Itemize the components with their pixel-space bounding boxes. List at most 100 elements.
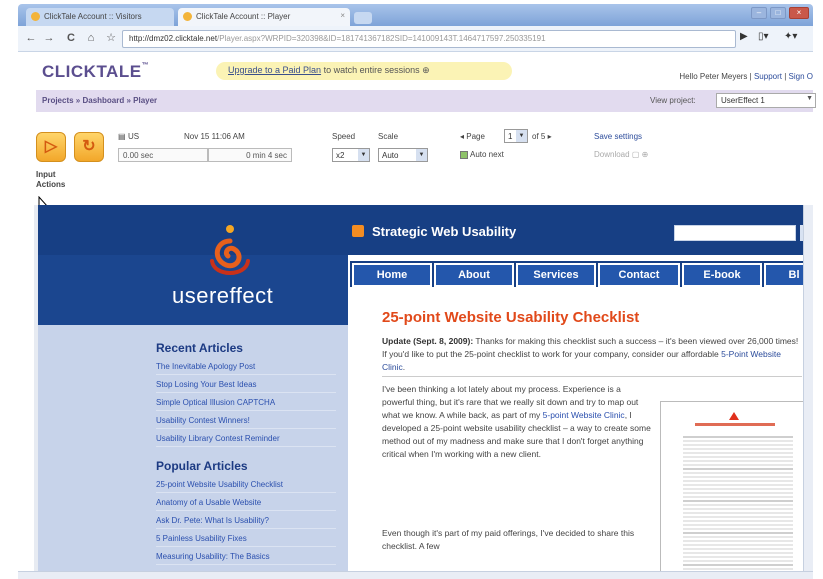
list-item[interactable]: Anatomy of a Usable Website <box>156 498 336 511</box>
thumbnail-line <box>683 496 793 498</box>
thumbnail-line <box>683 508 793 510</box>
total-time-field: 0 min 4 sec <box>208 148 292 162</box>
nav-home[interactable]: Home <box>352 263 432 287</box>
nav-about[interactable]: About <box>434 263 514 287</box>
home-icon[interactable]: ⌂ <box>84 31 98 45</box>
go-arrow-icon[interactable]: ▶ <box>740 31 748 42</box>
thumbnail-line <box>683 468 793 470</box>
thumbnail-line <box>683 564 793 566</box>
scale-label: Scale <box>378 132 399 141</box>
address-bar[interactable]: http://dmz02.clicktale.net/Player.aspx?W… <box>122 30 736 48</box>
tools-wrench-icon[interactable]: ✦▾ <box>784 31 797 42</box>
update-note: Update (Sept. 8, 2009): Thanks for makin… <box>382 336 799 372</box>
chevron-down-icon: ▼ <box>358 149 369 161</box>
save-settings-link[interactable]: Save settings <box>594 132 642 141</box>
replay-button[interactable]: ↻ <box>74 132 104 162</box>
page-select[interactable]: 1 ▼ <box>504 129 528 143</box>
list-item[interactable]: Stop Losing Your Best Ideas <box>156 380 336 393</box>
support-link[interactable]: Support <box>754 72 782 81</box>
upgrade-link[interactable]: Upgrade to a Paid Plan <box>228 65 321 75</box>
thumbnail-line <box>683 548 793 550</box>
thumbnail-line <box>683 484 793 486</box>
new-tab-button[interactable] <box>354 12 372 24</box>
page-menu-icon[interactable]: ▯▾ <box>758 31 769 42</box>
scale-select[interactable]: Auto ▼ <box>378 148 428 162</box>
thumbnail-line <box>683 504 793 506</box>
thumbnail-line <box>683 552 793 554</box>
actions-label: Actions <box>36 180 66 189</box>
list-item[interactable]: Usability Library Contest Reminder <box>156 434 336 447</box>
close-window-button[interactable]: × <box>789 7 809 19</box>
site-nav: Home About Services Contact E-book Bl <box>350 261 803 287</box>
prev-page-control[interactable]: ◂ Page <box>460 132 485 141</box>
site-brand[interactable]: usereffect <box>172 283 273 309</box>
thumbnail-line <box>683 528 793 530</box>
chevron-down-icon: ▼ <box>516 130 527 142</box>
thumbnail-line <box>683 512 793 514</box>
thumbnail-line <box>683 500 793 502</box>
current-time-field: 0.00 sec <box>118 148 208 162</box>
minimize-button[interactable]: – <box>751 7 767 19</box>
recent-articles-heading: Recent Articles <box>156 341 243 355</box>
project-select[interactable]: UserEffect 1 ▼ <box>716 93 816 108</box>
nav-contact[interactable]: Contact <box>598 263 680 287</box>
list-item[interactable]: The Inevitable Apology Post <box>156 362 336 375</box>
thumbnail-line <box>683 464 793 466</box>
post-title[interactable]: 25-point Website Usability Checklist <box>382 309 639 326</box>
clinic-inline-link[interactable]: 5-point Website Clinic <box>543 410 625 420</box>
reload-icon[interactable]: C <box>64 31 78 45</box>
vertical-scrollbar[interactable] <box>803 205 813 575</box>
thumbnail-line <box>683 560 793 562</box>
list-item[interactable]: 25-point Website Usability Checklist <box>156 480 336 493</box>
list-item[interactable]: Ask Dr. Pete: What Is Usability? <box>156 516 336 529</box>
speed-select[interactable]: x2 ▼ <box>332 148 370 162</box>
article-sidebar-panel: Recent Articles The Inevitable Apology P… <box>38 325 348 575</box>
thumbnail-line <box>683 448 793 450</box>
nav-ebook[interactable]: E-book <box>682 263 762 287</box>
download-link[interactable]: Download ▢ ⊕ <box>594 150 648 159</box>
upgrade-banner: Upgrade to a Paid Plan to watch entire s… <box>216 62 512 80</box>
clicktale-favicon-icon <box>183 12 192 21</box>
thumbnail-line <box>683 524 793 526</box>
country-label: US <box>128 132 140 141</box>
thumbnail-line <box>683 492 793 494</box>
bookmark-star-icon[interactable]: ☆ <box>104 31 118 45</box>
nav-blog[interactable]: Bl <box>764 263 803 287</box>
list-item[interactable]: Usability Contest Winners! <box>156 416 336 429</box>
popular-articles-heading: Popular Articles <box>156 459 248 473</box>
thumbnail-line <box>683 476 793 478</box>
thumbnail-line <box>683 440 793 442</box>
breadcrumb[interactable]: Projects » Dashboard » Player <box>42 96 157 105</box>
thumbnail-line <box>683 488 793 490</box>
signout-link[interactable]: Sign O <box>789 72 813 81</box>
auto-next-checkbox[interactable]: Auto next <box>460 150 504 159</box>
tab-visitors[interactable]: ClickTale Account :: Visitors <box>26 8 174 26</box>
back-arrow-icon[interactable]: ← <box>24 31 38 45</box>
list-item[interactable]: Measuring Usability: The Basics <box>156 552 336 565</box>
clicktale-app: CLICKTALE™ Upgrade to a Paid Plan to wat… <box>26 52 816 202</box>
rss-icon[interactable] <box>352 225 364 237</box>
play-button[interactable]: ▷ <box>36 132 66 162</box>
tab-player[interactable]: ClickTale Account :: Player × <box>178 8 350 26</box>
checklist-thumbnail[interactable] <box>660 401 803 575</box>
clicktale-logo[interactable]: CLICKTALE™ <box>42 62 149 82</box>
list-item[interactable]: 5 Painless Usability Fixes <box>156 534 336 547</box>
list-item[interactable]: Simple Optical Illusion CAPTCHA <box>156 398 336 411</box>
info-icon[interactable]: ⊕ <box>422 65 430 75</box>
thumbnail-line <box>683 460 793 462</box>
thumbnail-line <box>683 568 793 570</box>
recorded-website: usereffect Strategic Web Usability Home … <box>34 205 803 575</box>
post-paragraph: Even though it's part of my paid offerin… <box>382 528 635 551</box>
close-tab-icon[interactable]: × <box>340 11 345 20</box>
browser-toolbar: ← → C ⌂ ☆ http://dmz02.clicktale.net/Pla… <box>18 26 813 52</box>
horizontal-scrollbar[interactable] <box>18 571 813 579</box>
next-page-control[interactable]: of 5 ▸ <box>532 132 552 141</box>
thumbnail-line <box>683 452 793 454</box>
thumbnail-line <box>683 556 793 558</box>
thumbnail-line <box>683 536 793 538</box>
forward-arrow-icon[interactable]: → <box>42 31 56 45</box>
maximize-button[interactable]: □ <box>770 7 786 19</box>
site-search-input[interactable] <box>674 225 796 241</box>
checkbox-checked-icon <box>460 150 468 159</box>
nav-services[interactable]: Services <box>516 263 596 287</box>
